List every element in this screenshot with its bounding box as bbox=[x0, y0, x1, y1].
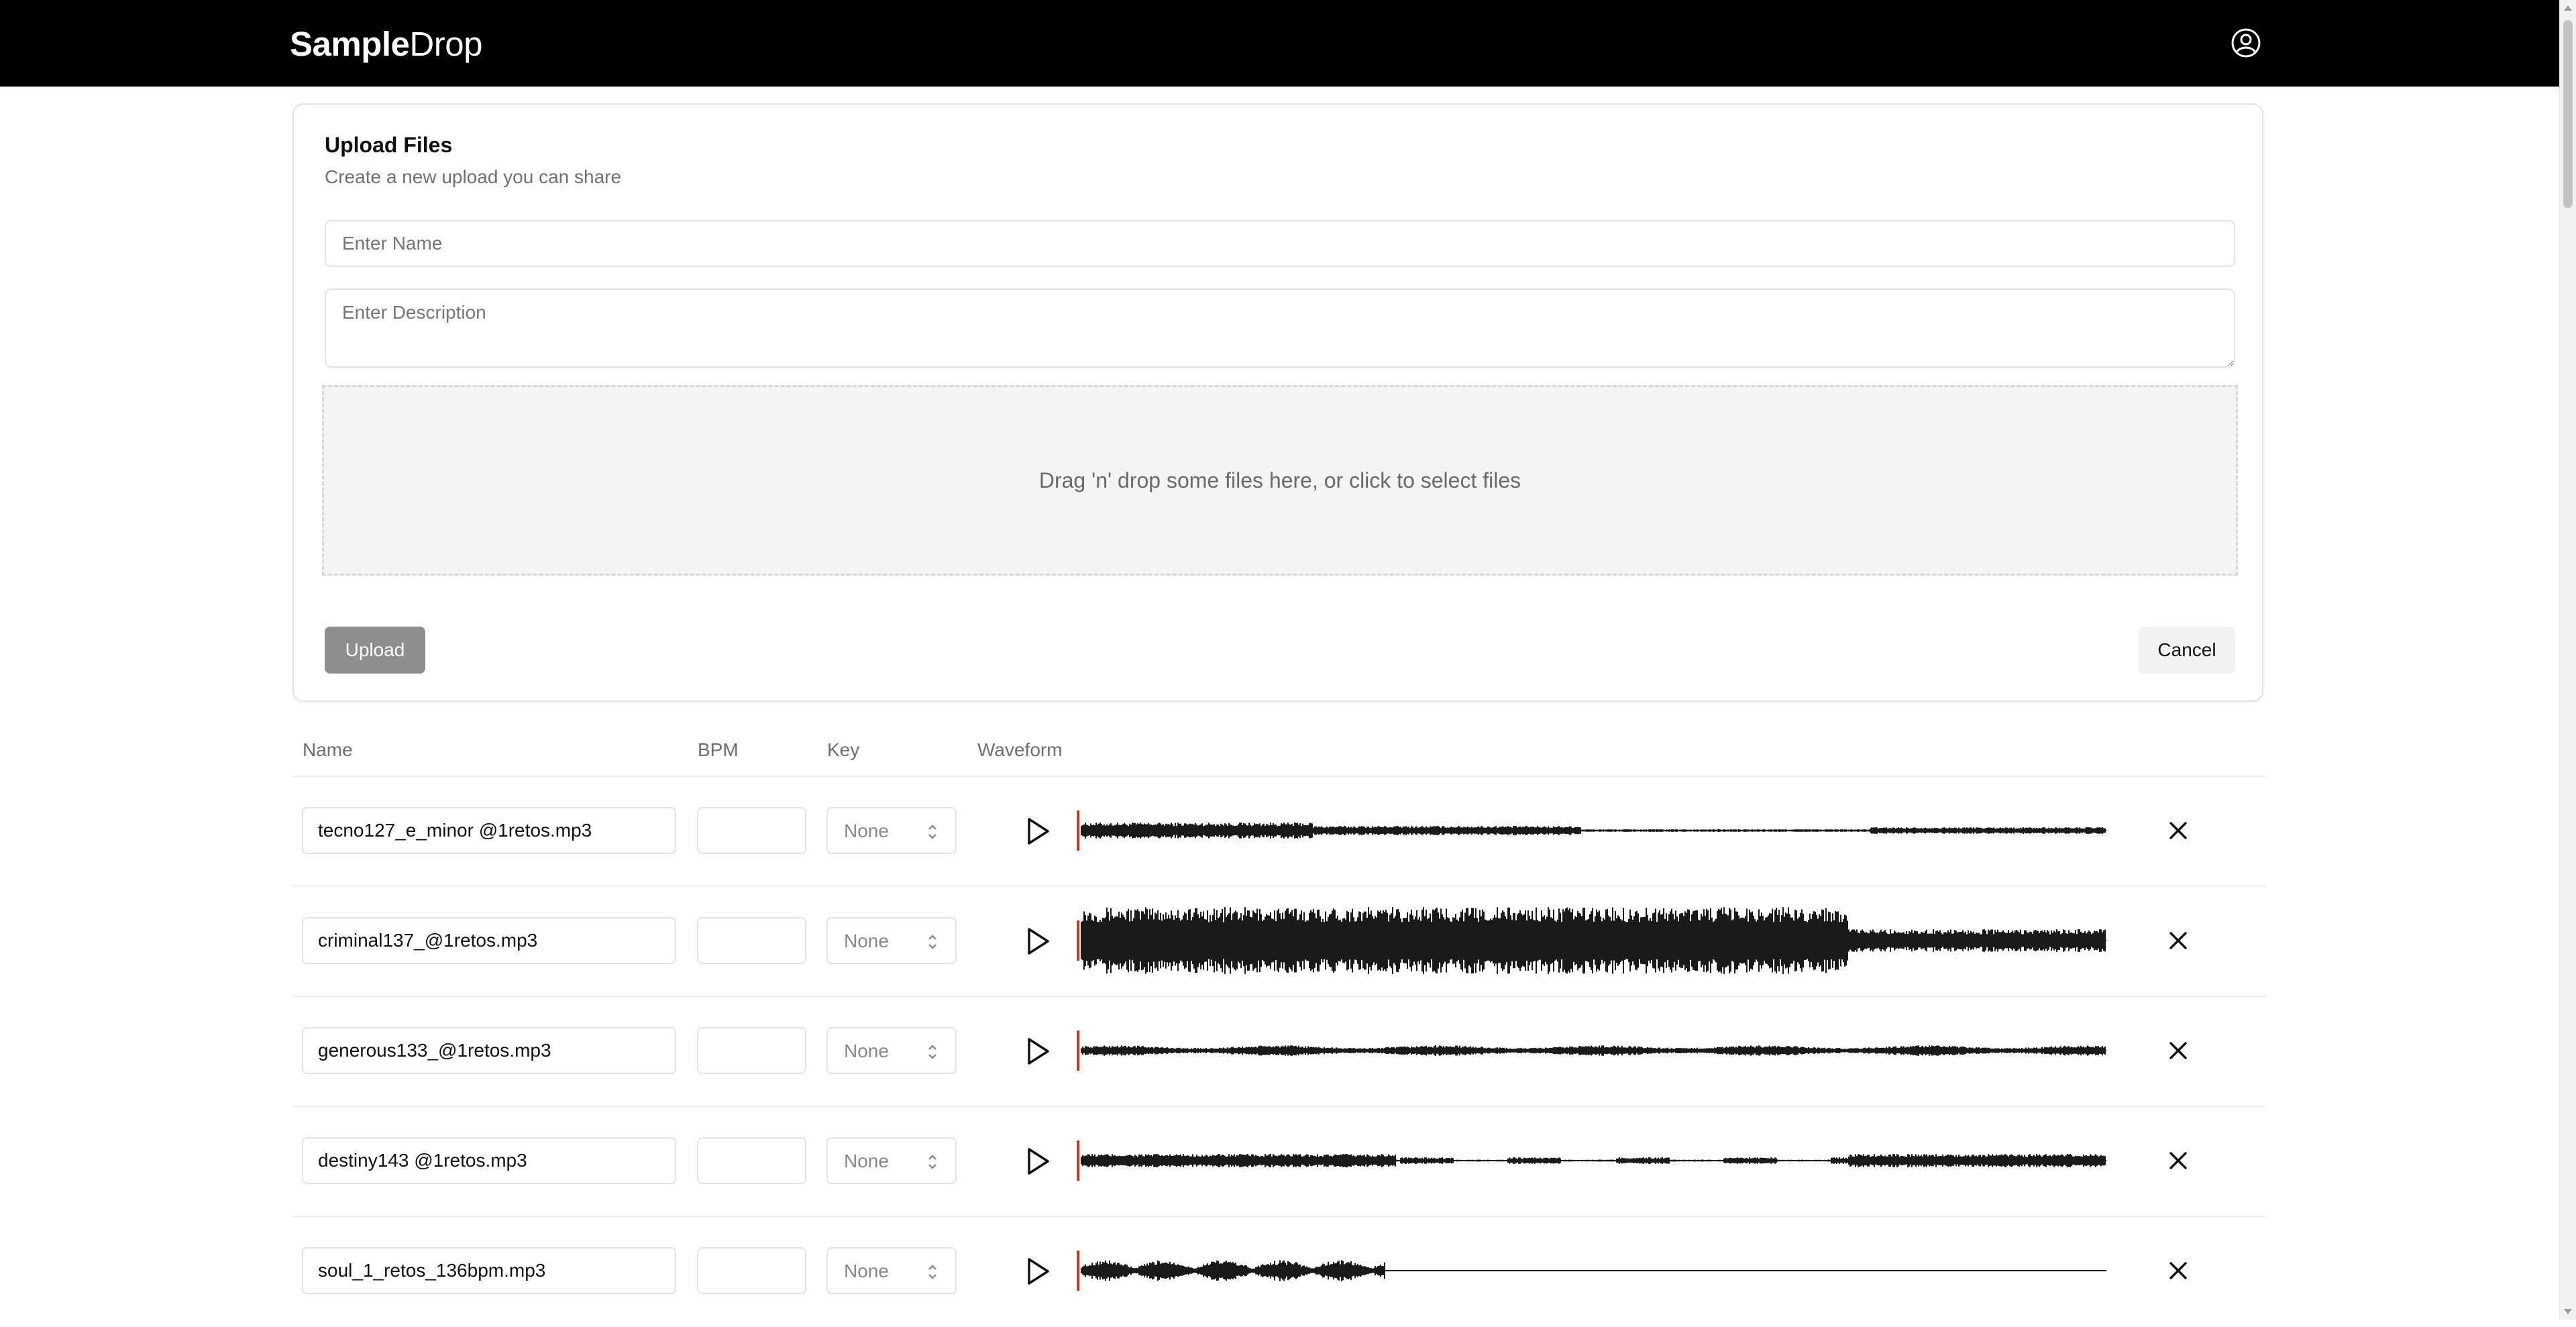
upload-description-input[interactable] bbox=[325, 288, 2235, 368]
play-icon bbox=[1028, 1258, 1049, 1285]
table-row: None bbox=[0, 997, 2559, 1107]
bpm-input[interactable] bbox=[697, 917, 806, 964]
card-subtitle: Create a new upload you can share bbox=[325, 166, 622, 187]
play-icon bbox=[1028, 1038, 1049, 1065]
card-title: Upload Files bbox=[325, 133, 453, 157]
waveform[interactable] bbox=[1076, 797, 2106, 864]
key-select-value: None bbox=[844, 1261, 889, 1281]
play-icon bbox=[1028, 928, 1049, 955]
waveform-peaks bbox=[1081, 1045, 2106, 1056]
dropzone-text: Drag 'n' drop some files here, or click … bbox=[1038, 468, 1521, 492]
remove-file-button[interactable] bbox=[2165, 1148, 2191, 1173]
play-button[interactable] bbox=[1022, 1146, 1053, 1177]
scrollbar-thumb[interactable] bbox=[2563, 20, 2573, 208]
chevron-up-down-icon bbox=[928, 935, 936, 949]
play-icon bbox=[1028, 818, 1049, 845]
remove-file-button[interactable] bbox=[2165, 818, 2191, 843]
scroll-up-arrow-icon[interactable] bbox=[2564, 5, 2572, 11]
waveform-peaks bbox=[1081, 1154, 2106, 1167]
waveform[interactable] bbox=[1076, 907, 2106, 974]
column-header-key: Key bbox=[827, 739, 860, 760]
play-button[interactable] bbox=[1022, 1036, 1053, 1067]
column-header-name: Name bbox=[303, 739, 353, 760]
file-name-input[interactable] bbox=[302, 807, 676, 854]
file-name-input[interactable] bbox=[302, 1247, 676, 1294]
upload-card: Upload Files Create a new upload you can… bbox=[292, 103, 2263, 702]
bpm-input[interactable] bbox=[697, 1247, 806, 1294]
close-icon bbox=[2169, 822, 2187, 839]
waveform[interactable] bbox=[1076, 1127, 2106, 1194]
bpm-input[interactable] bbox=[697, 1137, 806, 1184]
scroll-down-arrow-icon[interactable] bbox=[2564, 1309, 2572, 1314]
upload-button[interactable]: Upload bbox=[325, 627, 425, 674]
table-row: None bbox=[0, 1107, 2559, 1217]
close-icon bbox=[2169, 1152, 2187, 1169]
chevron-up-down-icon bbox=[928, 825, 936, 839]
upload-name-input[interactable] bbox=[325, 220, 2235, 267]
chevron-up-down-icon bbox=[928, 1155, 936, 1169]
file-name-input[interactable] bbox=[302, 917, 676, 964]
cancel-button[interactable]: Cancel bbox=[2139, 627, 2235, 674]
close-icon bbox=[2169, 1042, 2187, 1059]
key-select[interactable]: None bbox=[826, 1027, 957, 1074]
column-header-waveform: Waveform bbox=[977, 739, 1063, 760]
key-select-value: None bbox=[844, 931, 889, 951]
key-select-value: None bbox=[844, 820, 889, 841]
user-circle-icon bbox=[2231, 28, 2261, 58]
key-select[interactable]: None bbox=[826, 1247, 957, 1294]
top-nav-bar: SampleDrop bbox=[0, 0, 2559, 87]
table-row: None bbox=[0, 777, 2559, 887]
chevron-up-down-icon bbox=[928, 1045, 936, 1059]
profile-button[interactable] bbox=[2230, 27, 2262, 59]
key-select-value: None bbox=[844, 1041, 889, 1061]
file-dropzone[interactable]: Drag 'n' drop some files here, or click … bbox=[322, 385, 2238, 576]
bpm-input[interactable] bbox=[697, 807, 806, 854]
play-button[interactable] bbox=[1022, 816, 1053, 847]
waveform[interactable] bbox=[1076, 1017, 2106, 1084]
logo-bold-text: Sample bbox=[290, 25, 410, 63]
play-icon bbox=[1028, 1148, 1049, 1175]
key-select[interactable]: None bbox=[826, 807, 957, 854]
table-row: None bbox=[0, 1217, 2559, 1327]
file-name-input[interactable] bbox=[302, 1027, 676, 1074]
app-logo[interactable]: SampleDrop bbox=[290, 24, 482, 64]
waveform-peaks bbox=[1081, 1260, 2106, 1281]
chevron-up-down-icon bbox=[928, 1265, 936, 1279]
logo-light-text: Drop bbox=[409, 25, 482, 63]
remove-file-button[interactable] bbox=[2165, 1038, 2191, 1063]
key-select-value: None bbox=[844, 1151, 889, 1171]
page-scrollbar[interactable] bbox=[2559, 0, 2576, 1320]
close-icon bbox=[2169, 932, 2187, 949]
waveform-peaks bbox=[1081, 907, 2106, 974]
key-select[interactable]: None bbox=[826, 1137, 957, 1184]
file-name-input[interactable] bbox=[302, 1137, 676, 1184]
column-header-bpm: BPM bbox=[698, 739, 739, 760]
bpm-input[interactable] bbox=[697, 1027, 806, 1074]
waveform-peaks bbox=[1081, 822, 2106, 839]
close-icon bbox=[2169, 1262, 2187, 1279]
remove-file-button[interactable] bbox=[2165, 1258, 2191, 1283]
table-row: None bbox=[0, 887, 2559, 997]
play-button[interactable] bbox=[1022, 1256, 1053, 1287]
remove-file-button[interactable] bbox=[2165, 928, 2191, 953]
waveform[interactable] bbox=[1076, 1237, 2106, 1304]
play-button[interactable] bbox=[1022, 926, 1053, 957]
key-select[interactable]: None bbox=[826, 917, 957, 964]
